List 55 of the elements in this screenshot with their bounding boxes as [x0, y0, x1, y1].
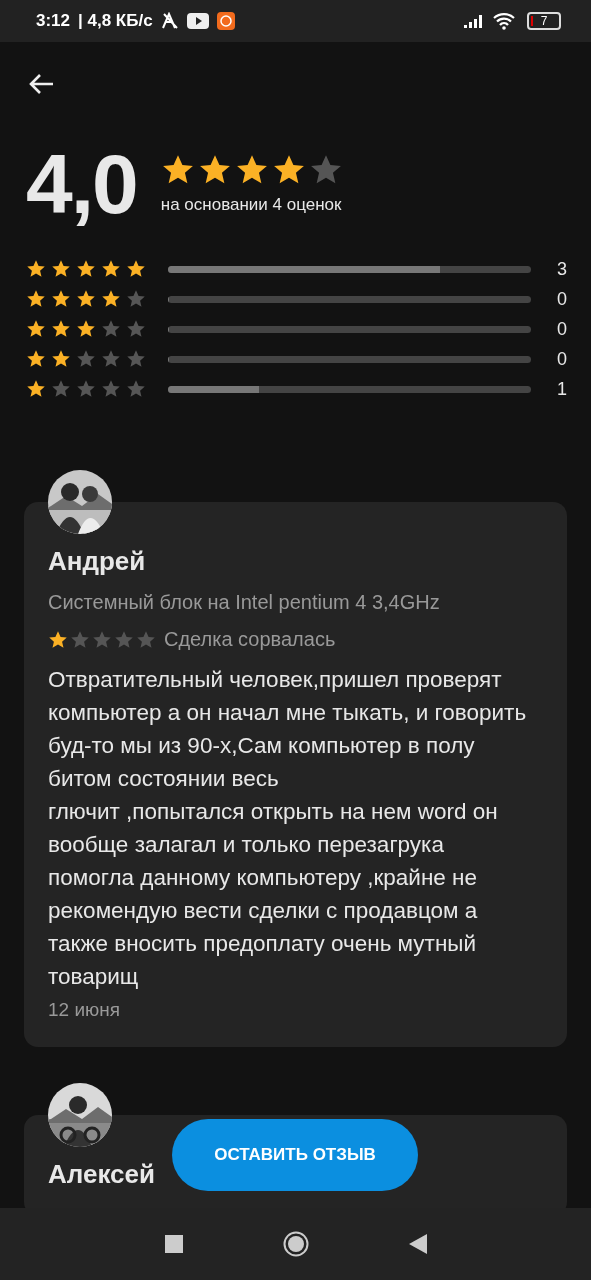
- empty-star-icon: [136, 629, 156, 650]
- empty-star-icon: [126, 319, 146, 339]
- review-text: Отвратительный человек,пришел проверят компьютер а он начал мне тыкать, и говорить буд-то мы из 90-х,Сам компьютер в полу битом состоянии весь глючит ,попытался открыть на нем word он вообще залагал и только перезагрука помогла данному компьютеру ,крайне не рекомендую вести сделки с продавцом а также вносить предоплату очень мутный товарищ: [48, 666, 528, 991]
- play-icon: [186, 13, 209, 29]
- filled-star-icon: [51, 349, 71, 369]
- author-name: Алексей: [48, 1159, 155, 1190]
- author-name: Андрей: [48, 546, 146, 577]
- app-icon: [216, 12, 235, 30]
- empty-star-icon: [101, 349, 121, 369]
- rating-count: 1: [556, 378, 567, 400]
- filled-star-icon: [126, 259, 146, 279]
- empty-star-icon: [92, 629, 112, 650]
- filled-star-icon: [48, 629, 68, 650]
- filled-star-icon: [51, 289, 71, 309]
- empty-star-icon: [51, 379, 71, 399]
- filled-star-icon: [51, 259, 71, 279]
- wifi-icon: [493, 12, 515, 30]
- empty-star-icon: [70, 629, 90, 650]
- rating-count: 0: [556, 348, 567, 370]
- empty-star-icon: [126, 289, 146, 309]
- empty-star-icon: [126, 379, 146, 399]
- back-icon[interactable]: [408, 1234, 427, 1254]
- filled-star-icon: [76, 319, 96, 339]
- signal-icon: [463, 13, 485, 29]
- empty-star-icon: [101, 319, 121, 339]
- deal-status: Сделка сорвалась: [164, 628, 336, 651]
- filled-star-icon: [51, 319, 71, 339]
- filled-star-icon: [26, 319, 46, 339]
- empty-star-icon: [76, 349, 96, 369]
- empty-star-icon: [76, 379, 96, 399]
- average-rating: 4,0: [26, 142, 137, 226]
- filled-star-icon: [26, 289, 46, 309]
- rating-count: 3: [556, 258, 567, 280]
- back-arrow-icon[interactable]: [28, 73, 54, 95]
- filled-star-icon: [101, 259, 121, 279]
- review-date: 12 июня: [48, 999, 122, 1021]
- recent-apps-icon[interactable]: [164, 1235, 183, 1253]
- rating-count: 0: [556, 288, 567, 310]
- filled-star-icon: [76, 289, 96, 309]
- filled-star-icon: [26, 259, 46, 279]
- filled-star-icon: [76, 259, 96, 279]
- empty-star-icon: [114, 629, 134, 650]
- home-icon[interactable]: [282, 1231, 309, 1257]
- empty-star-icon: [126, 349, 146, 369]
- battery-icon: 7: [527, 12, 561, 30]
- network-speed: | 4,8 КБ/с: [78, 11, 153, 31]
- leave-review-button[interactable]: ОСТАВИТЬ ОТЗЫВ: [172, 1119, 418, 1191]
- filled-star-icon: [26, 379, 46, 399]
- item-title: Системный блок на Intel pentium 4 3,4GHz: [48, 591, 441, 614]
- rating-count: 0: [556, 318, 567, 340]
- filled-star-icon: [26, 349, 46, 369]
- filled-star-icon: [101, 289, 121, 309]
- empty-star-icon: [101, 379, 121, 399]
- rating-caption: на основании 4 оценок: [160, 195, 343, 215]
- clock-time: 3:12: [36, 11, 71, 31]
